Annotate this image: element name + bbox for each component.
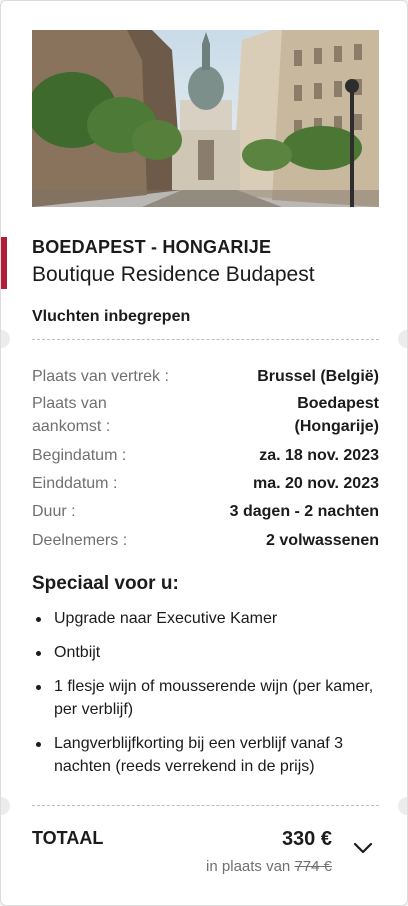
detail-label: Begindatum : <box>32 447 127 464</box>
offer-card: BOEDAPEST - HONGARIJE Boutique Residence… <box>0 0 408 906</box>
card-notch <box>398 797 407 815</box>
instead-of-label: in plaats van <box>206 858 291 875</box>
total-price: 330 € <box>281 828 332 850</box>
detail-label: Plaats van vertrek : <box>32 368 169 385</box>
detail-label: Deelnemers : <box>32 532 128 549</box>
detail-row-duration: Duur : 3 dagen - 2 nachten <box>32 500 379 523</box>
list-item: Ontbijt <box>32 641 379 664</box>
special-offers-title: Speciaal voor u: <box>32 573 179 594</box>
card-notch <box>1 797 10 815</box>
flights-included-label: Vluchten inbegrepen <box>32 308 191 325</box>
detail-value: za. 18 nov. 2023 <box>259 447 379 464</box>
detail-row-start-date: Begindatum : za. 18 nov. 2023 <box>32 444 379 467</box>
divider <box>32 805 379 806</box>
list-item: 1 flesje wijn of mousserende wijn (per k… <box>32 675 379 721</box>
chevron-down-icon[interactable] <box>351 836 375 860</box>
old-price: 774 € <box>294 858 332 875</box>
detail-value: 3 dagen - 2 nachten <box>229 503 379 520</box>
destination-title: BOEDAPEST - HONGARIJE <box>32 237 272 257</box>
detail-value: 2 volwassenen <box>266 532 379 549</box>
detail-row-end-date: Einddatum : ma. 20 nov. 2023 <box>32 472 379 495</box>
title-accent-bar <box>1 237 7 289</box>
original-price: in plaats van 774 € <box>206 858 332 875</box>
detail-label: Einddatum : <box>32 475 118 492</box>
detail-value: Brussel (België) <box>257 368 379 385</box>
detail-row-participants: Deelnemers : 2 volwassenen <box>32 529 379 552</box>
detail-value: ma. 20 nov. 2023 <box>253 475 379 492</box>
card-notch <box>1 330 10 348</box>
hotel-name: Boutique Residence Budapest <box>32 263 315 286</box>
card-notch <box>398 330 407 348</box>
total-label: TOTAAL <box>32 828 104 848</box>
divider <box>32 339 379 340</box>
detail-value: Boedapest (Hongarije) <box>294 395 379 435</box>
detail-label: Plaats van aankomst : <box>32 395 111 435</box>
list-item: Upgrade naar Executive Kamer <box>32 607 379 630</box>
detail-row-departure: Plaats van vertrek : Brussel (België) <box>32 365 379 388</box>
special-offers-list: Upgrade naar Executive Kamer Ontbijt 1 f… <box>32 607 379 789</box>
detail-row-arrival: Plaats van aankomst : Boedapest (Hongari… <box>32 392 379 438</box>
destination-photo <box>32 30 379 207</box>
detail-label: Duur : <box>32 503 76 520</box>
list-item: Langverblijfkorting bij een verblijf van… <box>32 732 379 778</box>
